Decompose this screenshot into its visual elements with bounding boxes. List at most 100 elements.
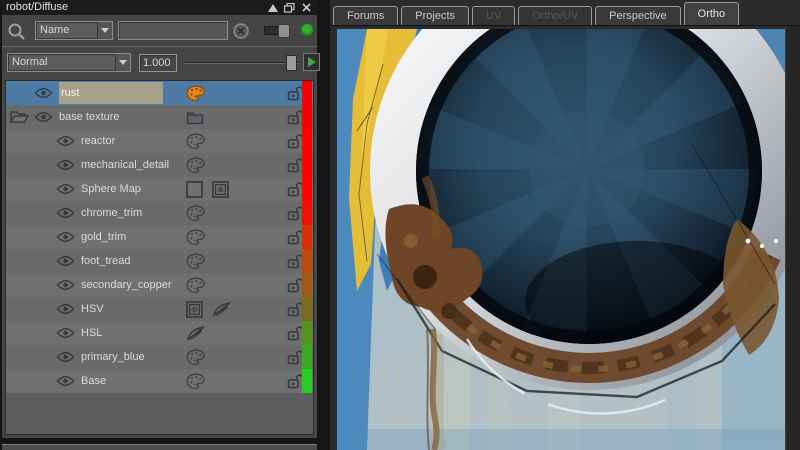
- tab-projects[interactable]: Projects: [401, 6, 469, 25]
- tab-forums[interactable]: Forums: [333, 6, 398, 25]
- layer-row-sphere-map[interactable]: Sphere Map: [6, 177, 313, 201]
- layer-row-gold-trim[interactable]: gold_trim: [6, 225, 313, 249]
- visibility-eye-icon[interactable]: [56, 351, 75, 363]
- tab-label: Forums: [347, 10, 384, 22]
- visibility-eye-icon[interactable]: [56, 207, 75, 219]
- opacity-value: 1.000: [143, 57, 171, 69]
- tab-ortho-uv: Ortho/UV: [518, 6, 592, 25]
- tab-label: Projects: [415, 10, 455, 22]
- opacity-field[interactable]: 1.000: [139, 54, 177, 72]
- layer-row-chrome-trim[interactable]: chrome_trim: [6, 201, 313, 225]
- search-input[interactable]: [118, 21, 228, 40]
- visibility-eye-icon[interactable]: [56, 375, 75, 387]
- layer-row-hsv[interactable]: HSV: [6, 297, 313, 321]
- clear-search-button[interactable]: [233, 23, 249, 44]
- search-toolbar: Name: [2, 15, 317, 47]
- layer-status-strip: [302, 345, 312, 369]
- folder-open-icon[interactable]: [10, 110, 29, 127]
- dropdown-arrow-icon[interactable]: [115, 54, 130, 71]
- palette-icon: [186, 229, 206, 246]
- layer-row-secondary-copper[interactable]: secondary_copper: [6, 273, 313, 297]
- layer-status-strip: [302, 153, 312, 177]
- layer-name[interactable]: rust: [59, 82, 163, 104]
- layer-name[interactable]: HSL: [81, 327, 102, 339]
- layer-status-strip: [302, 201, 312, 225]
- green-status-dot: [301, 24, 313, 36]
- sphere-map-icon: [212, 181, 229, 198]
- collapse-button[interactable]: [266, 2, 279, 13]
- layer-name[interactable]: primary_blue: [81, 351, 145, 363]
- layer-row-mechanical-detail[interactable]: mechanical_detail: [6, 153, 313, 177]
- feather-icon: [212, 302, 231, 317]
- layer-name[interactable]: Base: [81, 375, 106, 387]
- layer-name[interactable]: secondary_copper: [81, 279, 172, 291]
- opacity-slider[interactable]: [185, 62, 299, 64]
- visibility-eye-icon[interactable]: [34, 87, 53, 99]
- layer-status-strip: [302, 297, 312, 321]
- search-filter-dropdown[interactable]: Name: [35, 21, 113, 40]
- dropdown-arrow-icon[interactable]: [97, 22, 112, 39]
- visibility-eye-icon[interactable]: [56, 255, 75, 267]
- search-icon: [7, 22, 26, 46]
- layer-name[interactable]: chrome_trim: [81, 207, 142, 219]
- layer-name[interactable]: mechanical_detail: [81, 159, 169, 171]
- layer-name[interactable]: HSV: [81, 303, 104, 315]
- visibility-eye-icon[interactable]: [56, 231, 75, 243]
- tab-perspective[interactable]: Perspective: [595, 6, 680, 25]
- visibility-eye-icon[interactable]: [56, 159, 75, 171]
- folder-icon: [186, 110, 204, 125]
- application-window: robot/Diffuse Name: [0, 0, 800, 450]
- layer-row-foot-tread[interactable]: foot_tread: [6, 249, 313, 273]
- blend-mode-dropdown[interactable]: Normal: [7, 53, 131, 72]
- visibility-eye-icon[interactable]: [56, 303, 75, 315]
- triangle-up-icon: [268, 4, 278, 12]
- layer-row-rust[interactable]: rust: [6, 81, 313, 105]
- layer-name[interactable]: gold_trim: [81, 231, 126, 243]
- palette-icon: [186, 133, 206, 150]
- tab-ortho[interactable]: Ortho: [684, 2, 740, 25]
- viewport-3d[interactable]: [337, 29, 785, 450]
- layer-name[interactable]: reactor: [81, 135, 115, 147]
- close-icon: [302, 3, 311, 12]
- layer-name[interactable]: foot_tread: [81, 255, 131, 267]
- layer-row-base[interactable]: Base: [6, 369, 313, 393]
- palette-icon: [186, 373, 206, 390]
- palette-orange-icon: [186, 85, 206, 102]
- viewport-render: [337, 29, 785, 450]
- visibility-eye-icon[interactable]: [56, 279, 75, 291]
- toggle-knob[interactable]: [278, 24, 290, 38]
- blend-toolbar: Normal 1.000: [2, 48, 317, 78]
- layer-status-strip: [302, 81, 312, 105]
- layer-list[interactable]: rust: [5, 80, 314, 435]
- restore-button[interactable]: [283, 2, 296, 13]
- layer-row-primary-blue[interactable]: primary_blue: [6, 345, 313, 369]
- opacity-slider-handle[interactable]: [286, 55, 297, 71]
- panel-title: robot/Diffuse: [6, 0, 266, 15]
- layer-row-base-texture[interactable]: base texture: [6, 105, 313, 129]
- layer-name[interactable]: base texture: [59, 111, 120, 123]
- panel-titlebar[interactable]: robot/Diffuse: [2, 0, 317, 15]
- checker-map-icon: [186, 181, 203, 198]
- visibility-eye-icon[interactable]: [56, 135, 75, 147]
- palette-icon: [186, 157, 206, 174]
- layer-name[interactable]: Sphere Map: [81, 183, 141, 195]
- close-button[interactable]: [300, 2, 313, 13]
- palette-icon: [186, 253, 206, 270]
- visibility-eye-icon[interactable]: [56, 327, 75, 339]
- blend-mode-value: Normal: [8, 54, 115, 71]
- visibility-eye-icon[interactable]: [56, 183, 75, 195]
- layer-status-strip: [302, 273, 312, 297]
- palette-icon: [186, 349, 206, 366]
- layer-row-hsl[interactable]: HSL: [6, 321, 313, 345]
- layer-status-strip: [302, 177, 312, 201]
- next-panel-edge: [2, 444, 317, 450]
- tab-label: Ortho/UV: [532, 10, 578, 22]
- layer-status-strip: [302, 321, 312, 345]
- visibility-eye-icon[interactable]: [34, 111, 53, 123]
- tab-label: Perspective: [609, 10, 666, 22]
- toggle-switch[interactable]: [264, 26, 290, 35]
- palette-icon: [186, 205, 206, 222]
- tab-label: Ortho: [698, 8, 726, 20]
- apply-button[interactable]: [303, 53, 320, 71]
- layer-row-reactor[interactable]: reactor: [6, 129, 313, 153]
